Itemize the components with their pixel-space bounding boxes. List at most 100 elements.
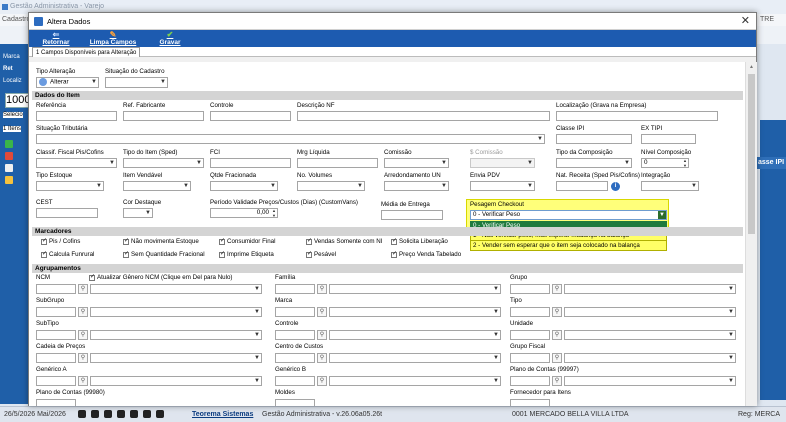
moldes-code-input[interactable] [275, 399, 315, 406]
code-field[interactable]: 1000 [5, 93, 30, 108]
situacao-tributaria-select[interactable]: ▼ [36, 134, 545, 144]
ncm-code-input[interactable] [36, 284, 76, 294]
tipo-composicao-select[interactable]: ▼ [556, 158, 632, 168]
cadeia-precos-select[interactable]: ▼ [90, 353, 262, 363]
spin-arrows-icon[interactable]: ▲ ▼ [683, 159, 687, 167]
search-icon[interactable]: ⚲ [317, 284, 327, 294]
search-icon[interactable]: ⚲ [552, 284, 562, 294]
centro-custos-select[interactable]: ▼ [329, 353, 501, 363]
twitter-icon[interactable] [156, 410, 164, 418]
edit-icon[interactable] [5, 176, 13, 184]
grupo-fiscal-code-input[interactable] [510, 353, 550, 363]
generico-a-code-input[interactable] [36, 376, 76, 386]
scroll-up-icon[interactable]: ▲ [749, 64, 754, 70]
search-icon[interactable]: ⚲ [78, 307, 88, 317]
search-icon[interactable]: ⚲ [78, 353, 88, 363]
subgrupo-select[interactable]: ▼ [90, 307, 262, 317]
chk-vendas-somente-ni[interactable]: Vendas Somente com NI [306, 237, 382, 245]
descricao-nf-input[interactable] [297, 111, 550, 121]
close-icon[interactable]: ✕ [741, 14, 750, 27]
chk-atualizar-genero-ncm[interactable]: Atualizar Gênero NCM (Clique em Del para… [89, 273, 233, 281]
plano-contas-99997-code-input[interactable] [510, 376, 550, 386]
brand-link[interactable]: Teorema Sistemas [192, 407, 253, 422]
tab-campos-disponiveis[interactable]: 1 Campos Disponíveis para Alteração [32, 47, 141, 57]
nivel-composicao-stepper[interactable]: 0 ▲ ▼ [641, 158, 689, 168]
classif-fiscal-select[interactable]: ▼ [36, 158, 117, 168]
periodo-validade-stepper[interactable]: 0,00 ▲ ▼ [210, 208, 278, 218]
grupo-code-input[interactable] [510, 284, 550, 294]
tipo-estoque-select[interactable]: ▼ [36, 181, 104, 191]
unidade-code-input[interactable] [510, 330, 550, 340]
marca-code-input[interactable] [275, 307, 315, 317]
youtube-icon[interactable] [130, 410, 138, 418]
plano-contas-99980-code-input[interactable] [36, 399, 76, 406]
controle-input[interactable] [210, 111, 291, 121]
marca-select[interactable]: ▼ [329, 307, 501, 317]
mrg-liquida-input[interactable] [297, 158, 378, 168]
nat-receita-input[interactable] [556, 181, 608, 191]
search-icon[interactable]: ⚲ [552, 330, 562, 340]
phone-icon[interactable] [78, 410, 86, 418]
cadeia-precos-code-input[interactable] [36, 353, 76, 363]
fci-input[interactable] [210, 158, 291, 168]
controle-select[interactable]: ▼ [329, 330, 501, 340]
search-icon[interactable]: ⚲ [317, 330, 327, 340]
grupo-fiscal-select[interactable]: ▼ [564, 353, 736, 363]
chk-pesavel[interactable]: Pesável [306, 250, 336, 258]
cest-input[interactable] [36, 208, 98, 218]
integracao-select[interactable]: ▼ [641, 181, 699, 191]
chk-consumidor-final[interactable]: Consumidor Final [219, 237, 276, 245]
tipo-alteracao-select[interactable]: Alterar ▼ [36, 77, 99, 88]
chk-sem-quantidade-fracional[interactable]: Sem Quantidade Fracional [123, 250, 205, 258]
subtipo-select[interactable]: ▼ [90, 330, 262, 340]
linkedin-icon[interactable] [117, 410, 125, 418]
retornar-button[interactable]: ⇐ Retornar [39, 31, 73, 47]
chk-imprime-etiqueta[interactable]: Imprime Etiqueta [219, 250, 274, 258]
familia-code-input[interactable] [275, 284, 315, 294]
arredondamento-select[interactable]: ▼ [384, 181, 449, 191]
settings-icon[interactable] [5, 164, 13, 172]
classe-ipi-input[interactable] [556, 134, 632, 144]
qtde-fracionada-select[interactable]: ▼ [210, 181, 278, 191]
info-icon[interactable]: i [611, 182, 620, 191]
centro-custos-code-input[interactable] [275, 353, 315, 363]
chk-pis-cofins[interactable]: Pis / Cofins [41, 237, 80, 245]
tipo-select[interactable]: ▼ [564, 307, 736, 317]
chk-nao-movimenta-estoque[interactable]: Não movimenta Estoque [123, 237, 199, 245]
referencia-input[interactable] [36, 111, 117, 121]
item-vendavel-select[interactable]: ▼ [123, 181, 191, 191]
form-scrollbar[interactable]: ▲ [745, 62, 757, 406]
no-volumes-select[interactable]: ▼ [297, 181, 365, 191]
generico-b-code-input[interactable] [275, 376, 315, 386]
generico-b-select[interactable]: ▼ [329, 376, 501, 386]
add-icon[interactable] [5, 140, 13, 148]
chevron-down-icon[interactable]: ▼ [658, 211, 666, 219]
ex-tipi-input[interactable] [641, 134, 696, 144]
search-icon[interactable]: ⚲ [317, 353, 327, 363]
gravar-button[interactable]: ✔ Gravar [155, 31, 185, 47]
left-tab-itens[interactable]: 1 Itens [3, 126, 22, 132]
chk-solicita-liberacao[interactable]: Solicita Liberação [391, 237, 448, 245]
scroll-thumb[interactable] [748, 74, 755, 234]
facebook-icon[interactable] [143, 410, 151, 418]
whatsapp-icon[interactable] [91, 410, 99, 418]
subgrupo-code-input[interactable] [36, 307, 76, 317]
menu-right[interactable]: TRE [760, 14, 774, 26]
comissao-select[interactable]: ▼ [384, 158, 449, 168]
grupo-select[interactable]: ▼ [564, 284, 736, 294]
search-icon[interactable]: ⚲ [552, 376, 562, 386]
instagram-icon[interactable] [104, 410, 112, 418]
tipo-item-select[interactable]: ▼ [123, 158, 204, 168]
search-icon[interactable]: ⚲ [78, 376, 88, 386]
media-entrega-input[interactable] [381, 210, 443, 220]
chk-preco-venda-tabelado[interactable]: Preço Venda Tabelado [391, 250, 461, 258]
search-icon[interactable]: ⚲ [317, 307, 327, 317]
limpa-campos-button[interactable]: ✎ Limpa Campos [87, 31, 139, 47]
situacao-cadastro-select[interactable]: ▼ [105, 77, 168, 88]
search-icon[interactable]: ⚲ [78, 330, 88, 340]
ncm-select[interactable]: ▼ [90, 284, 262, 294]
search-icon[interactable]: ⚲ [317, 376, 327, 386]
localizacao-input[interactable] [556, 111, 718, 121]
unidade-select[interactable]: ▼ [564, 330, 736, 340]
search-icon[interactable]: ⚲ [78, 284, 88, 294]
